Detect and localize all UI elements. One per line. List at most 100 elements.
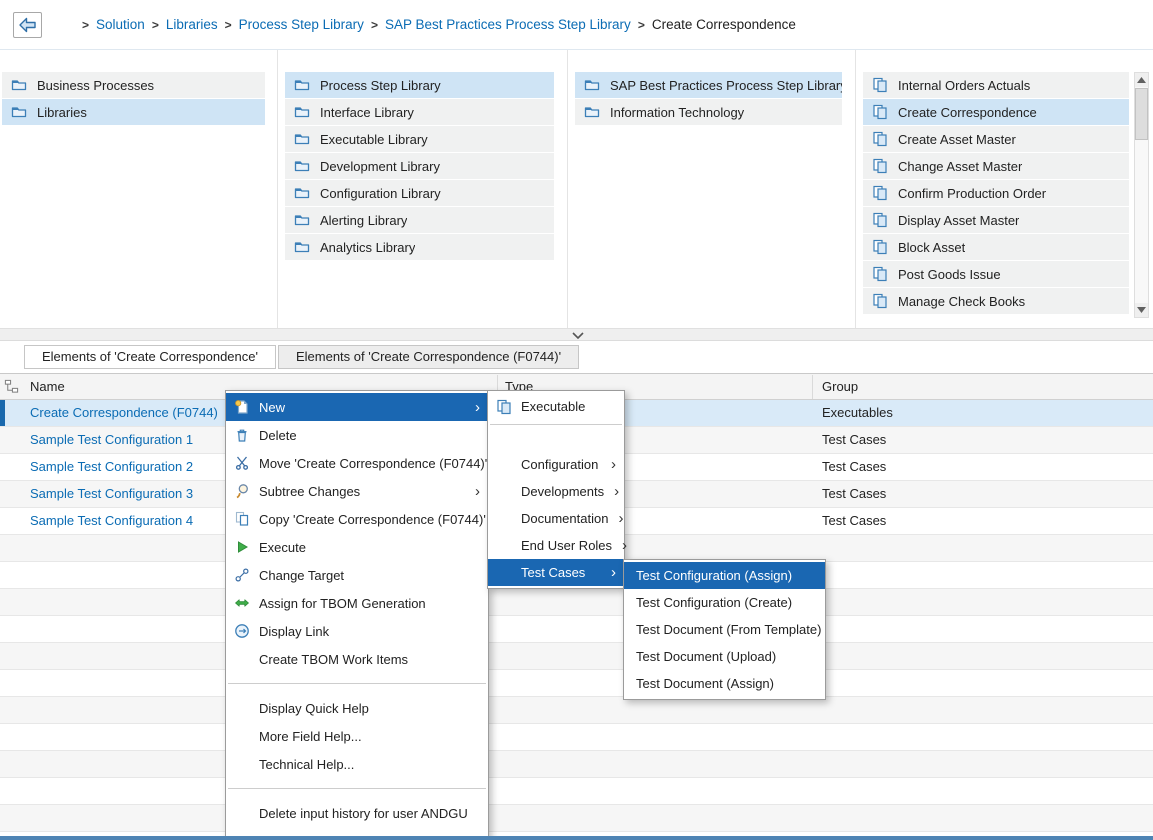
scroll-down-button[interactable]: [1135, 303, 1148, 317]
browser-item[interactable]: Block Asset: [863, 234, 1129, 260]
browser-item[interactable]: Post Goods Issue: [863, 261, 1129, 287]
menu-item[interactable]: Test Document (From Template): [624, 616, 825, 643]
scrollbar-thumb[interactable]: [1135, 88, 1148, 140]
menu-item[interactable]: Test Configuration (Create): [624, 589, 825, 616]
scroll-up-button[interactable]: [1135, 73, 1148, 87]
menu-item[interactable]: End User Roles ›: [488, 532, 624, 559]
browser-item[interactable]: Create Correspondence: [863, 99, 1129, 125]
submenu-arrow-icon: ›: [612, 538, 627, 553]
breadcrumb-item[interactable]: Process Step Library: [239, 17, 364, 32]
browser-item[interactable]: Libraries: [2, 99, 265, 125]
browser-item[interactable]: Executable Library: [285, 126, 554, 152]
browser-item[interactable]: Create Asset Master: [863, 126, 1129, 152]
browser-item-label: Information Technology: [610, 105, 744, 120]
menu-item[interactable]: Test Document (Upload): [624, 643, 825, 670]
menu-item[interactable]: Developments ›: [488, 478, 624, 505]
table-row-empty[interactable]: [0, 724, 1153, 751]
browser-item[interactable]: Internal Orders Actuals: [863, 72, 1129, 98]
table-row-empty[interactable]: [0, 778, 1153, 805]
browser-item[interactable]: Information Technology: [575, 99, 842, 125]
menu-item[interactable]: Execute: [226, 533, 488, 561]
executable-icon: [872, 104, 888, 120]
chevron-up-icon: [1137, 77, 1146, 83]
menu-item-label: Test Cases: [521, 565, 585, 580]
splitter-collapse-button[interactable]: [566, 331, 590, 340]
browser-item[interactable]: Manage Check Books: [863, 288, 1129, 314]
browser-item[interactable]: Display Asset Master: [863, 207, 1129, 233]
browser-item[interactable]: Business Processes: [2, 72, 265, 98]
browser-item[interactable]: Analytics Library: [285, 234, 554, 260]
column4-scrollbar[interactable]: [1134, 72, 1149, 318]
menu-item[interactable]: Test Cases ›: [488, 559, 624, 586]
breadcrumb-separator: >: [225, 18, 232, 32]
browser-item[interactable]: Development Library: [285, 153, 554, 179]
browser-item[interactable]: Confirm Production Order: [863, 180, 1129, 206]
menu-item[interactable]: Test Document (Assign): [624, 670, 825, 697]
menu-item[interactable]: Subtree Changes ›: [226, 477, 488, 505]
menu-item[interactable]: Delete input history for user ANDGU: [226, 799, 488, 827]
row-name-link[interactable]: Sample Test Configuration 1: [30, 427, 193, 453]
browser-item-label: Interface Library: [320, 105, 414, 120]
menu-item-label: Copy 'Create Correspondence (F0744)': [259, 512, 486, 527]
table-row-empty[interactable]: [0, 697, 1153, 724]
browser-item[interactable]: Process Step Library: [285, 72, 554, 98]
browser-item[interactable]: Alerting Library: [285, 207, 554, 233]
top-toolbar: > Solution > Libraries > Process Step Li…: [0, 0, 1153, 50]
menu-item[interactable]: Configuration ›: [488, 451, 624, 478]
tab[interactable]: Elements of 'Create Correspondence': [24, 345, 276, 369]
back-arrow-icon: [18, 17, 37, 33]
table-row-empty[interactable]: [0, 751, 1153, 778]
row-name-link[interactable]: Sample Test Configuration 3: [30, 481, 193, 507]
submenu-arrow-icon: ›: [608, 511, 623, 526]
breadcrumb-item[interactable]: Solution: [96, 17, 145, 32]
menu-item-label: Delete: [259, 428, 297, 443]
horizontal-splitter[interactable]: [0, 328, 1153, 341]
breadcrumb-item[interactable]: Libraries: [166, 17, 218, 32]
table-row-empty[interactable]: [0, 670, 1153, 697]
menu-item[interactable]: New ›: [226, 393, 488, 421]
menu-item[interactable]: Display Link: [226, 617, 488, 645]
menu-item-label: Test Document (Upload): [636, 649, 776, 664]
tab[interactable]: Elements of 'Create Correspondence (F074…: [278, 345, 579, 369]
menu-item[interactable]: Create TBOM Work Items: [226, 645, 488, 673]
menu-item-label: Create TBOM Work Items: [259, 652, 408, 667]
breadcrumb-item[interactable]: SAP Best Practices Process Step Library: [385, 17, 631, 32]
menu-item[interactable]: Display Quick Help: [226, 694, 488, 722]
browser-item[interactable]: Configuration Library: [285, 180, 554, 206]
menu-item-label: Move 'Create Correspondence (F0744)': [259, 456, 487, 471]
row-name-link[interactable]: Sample Test Configuration 2: [30, 454, 193, 480]
browser-item-label: Business Processes: [37, 78, 154, 93]
menu-item-label: Executable: [521, 399, 585, 414]
column-header-group[interactable]: Group: [822, 374, 858, 399]
column-header-name[interactable]: Name: [30, 374, 65, 399]
menu-item[interactable]: Change Target: [226, 561, 488, 589]
table-row-empty[interactable]: [0, 616, 1153, 643]
executable-icon: [872, 293, 888, 309]
menu-item-label: New: [259, 400, 285, 415]
row-name-link[interactable]: Sample Test Configuration 4: [30, 508, 193, 534]
menu-item[interactable]: Copy 'Create Correspondence (F0744)': [226, 505, 488, 533]
table-row-empty[interactable]: [0, 643, 1153, 670]
menu-item[interactable]: More Field Help...: [226, 722, 488, 750]
menu-item-label: End User Roles: [521, 538, 612, 553]
browser-item[interactable]: SAP Best Practices Process Step Library: [575, 72, 842, 98]
browser-item[interactable]: Change Asset Master: [863, 153, 1129, 179]
menu-item[interactable]: Assign for TBOM Generation: [226, 589, 488, 617]
menu-item[interactable]: Technical Help...: [226, 750, 488, 778]
menu-item[interactable]: Move 'Create Correspondence (F0744)': [226, 449, 488, 477]
menu-item[interactable]: Delete: [226, 421, 488, 449]
menu-item[interactable]: Test Configuration (Assign): [624, 562, 825, 589]
menu-item[interactable]: Documentation ›: [488, 505, 624, 532]
breadcrumb-item[interactable]: Create Correspondence: [652, 17, 796, 32]
browser-item[interactable]: Interface Library: [285, 99, 554, 125]
browser-item-label: Confirm Production Order: [898, 186, 1046, 201]
menu-item-icon: [234, 756, 251, 772]
menu-item[interactable]: Executable: [488, 393, 624, 420]
hierarchy-icon[interactable]: [4, 379, 19, 394]
table-row-empty[interactable]: [0, 589, 1153, 616]
new-icon: [234, 399, 251, 415]
back-button[interactable]: [13, 12, 42, 38]
table-row-empty[interactable]: [0, 805, 1153, 832]
menu-item-icon: [234, 700, 251, 716]
row-name-link[interactable]: Create Correspondence (F0744): [30, 400, 218, 426]
